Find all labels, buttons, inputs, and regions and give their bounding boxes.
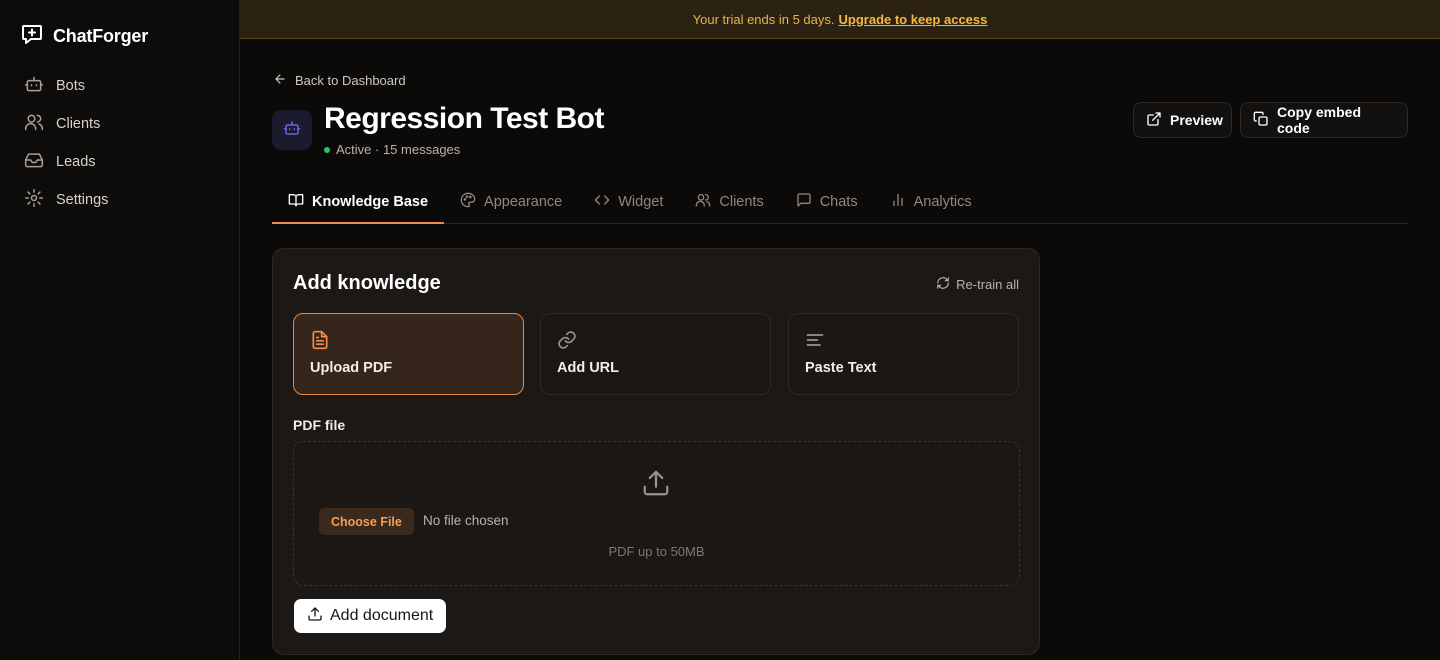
brand[interactable]: ChatForger [20,22,148,51]
users-icon [24,112,44,137]
tab-bar: Knowledge Base Appearance Widget Clients… [272,180,1408,224]
option-label: Upload PDF [310,360,393,376]
tab-label: Clients [719,193,764,210]
arrow-left-icon [273,72,287,89]
bot-avatar [272,110,312,150]
sidebar-item-clients[interactable]: Clients [24,114,108,134]
option-add-url[interactable]: Add URL [540,313,771,395]
tab-appearance[interactable]: Appearance [444,180,578,223]
sidebar-item-label: Leads [56,154,96,170]
sidebar-item-bots[interactable]: Bots [24,76,108,96]
text-lines-icon [805,330,825,355]
add-knowledge-card: Add knowledge Re-train all Upload PDF Ad… [272,248,1040,655]
bot-icon [283,119,301,142]
embed-label: Copy embed code [1277,104,1362,136]
file-text-icon [310,330,330,355]
sidebar-item-label: Bots [56,78,86,94]
message-icon [796,192,812,212]
option-upload-pdf[interactable]: Upload PDF [293,313,524,395]
back-label: Back to Dashboard [295,73,406,88]
option-label: Add URL [557,360,620,376]
tab-clients[interactable]: Clients [679,180,779,223]
gear-icon [24,188,44,213]
back-to-dashboard-link[interactable]: Back to Dashboard [273,72,406,89]
trial-banner: Your trial ends in 5 days. Upgrade to ke… [240,0,1440,39]
add-document-button[interactable]: Add document [294,599,447,633]
card-title: Add knowledge [293,272,441,294]
retrain-label: Re-train all [956,277,1019,292]
option-paste-text[interactable]: Paste Text [788,313,1019,395]
copy-embed-code-button[interactable]: Copy embed code [1240,102,1408,138]
book-icon [288,192,304,212]
tab-knowledge-base[interactable]: Knowledge Base [272,180,445,224]
preview-label: Preview [1170,112,1223,128]
add-document-label: Add document [330,607,434,624]
status-text: Active · 15 messages [336,142,461,157]
palette-icon [460,192,476,212]
trial-text: Your trial ends in 5 days. [692,11,835,27]
code-icon [594,192,610,212]
tab-widget[interactable]: Widget [578,180,679,223]
option-label: Paste Text [805,360,877,376]
retrain-all-button[interactable]: Re-train all [936,276,1019,293]
bar-chart-icon [890,192,906,212]
tab-label: Knowledge Base [312,193,429,210]
upload-hint: PDF up to 50MB [608,544,705,559]
upload-icon [641,468,671,503]
bot-status: Active · 15 messages [324,142,460,157]
tab-label: Appearance [484,193,563,210]
file-status: No file chosen [423,513,509,528]
copy-icon [1253,111,1269,130]
status-dot [324,146,330,153]
pdf-dropzone[interactable]: Choose File No file chosen PDF up to 50M… [293,441,1020,586]
tab-label: Analytics [913,193,972,210]
tab-label: Widget [618,193,664,210]
upload-icon [307,606,323,627]
sidebar-item-leads[interactable]: Leads [24,152,108,172]
sidebar-item-label: Settings [56,192,109,208]
tab-label: Chats [819,193,858,210]
users-icon [695,192,711,212]
pdf-file-label: PDF file [293,417,346,433]
link-icon [557,330,577,355]
sidebar-nav: Bots Clients Leads Settings [24,76,108,228]
brand-name: ChatForger [53,26,149,46]
tab-chats[interactable]: Chats [780,180,874,223]
upgrade-link[interactable]: Upgrade to keep access [839,12,988,27]
chat-plus-icon [20,22,44,51]
preview-button[interactable]: Preview [1133,102,1232,138]
external-link-icon [1146,111,1162,130]
sidebar: ChatForger Bots Clients Leads Settings [0,0,240,660]
bot-icon [24,74,44,99]
inbox-icon [24,150,44,175]
choose-file-button[interactable]: Choose File [319,508,414,535]
sidebar-item-settings[interactable]: Settings [24,188,109,213]
sidebar-item-label: Clients [56,116,101,132]
page-title: Regression Test Bot [324,102,605,135]
refresh-icon [936,276,950,293]
tab-analytics[interactable]: Analytics [874,180,988,223]
